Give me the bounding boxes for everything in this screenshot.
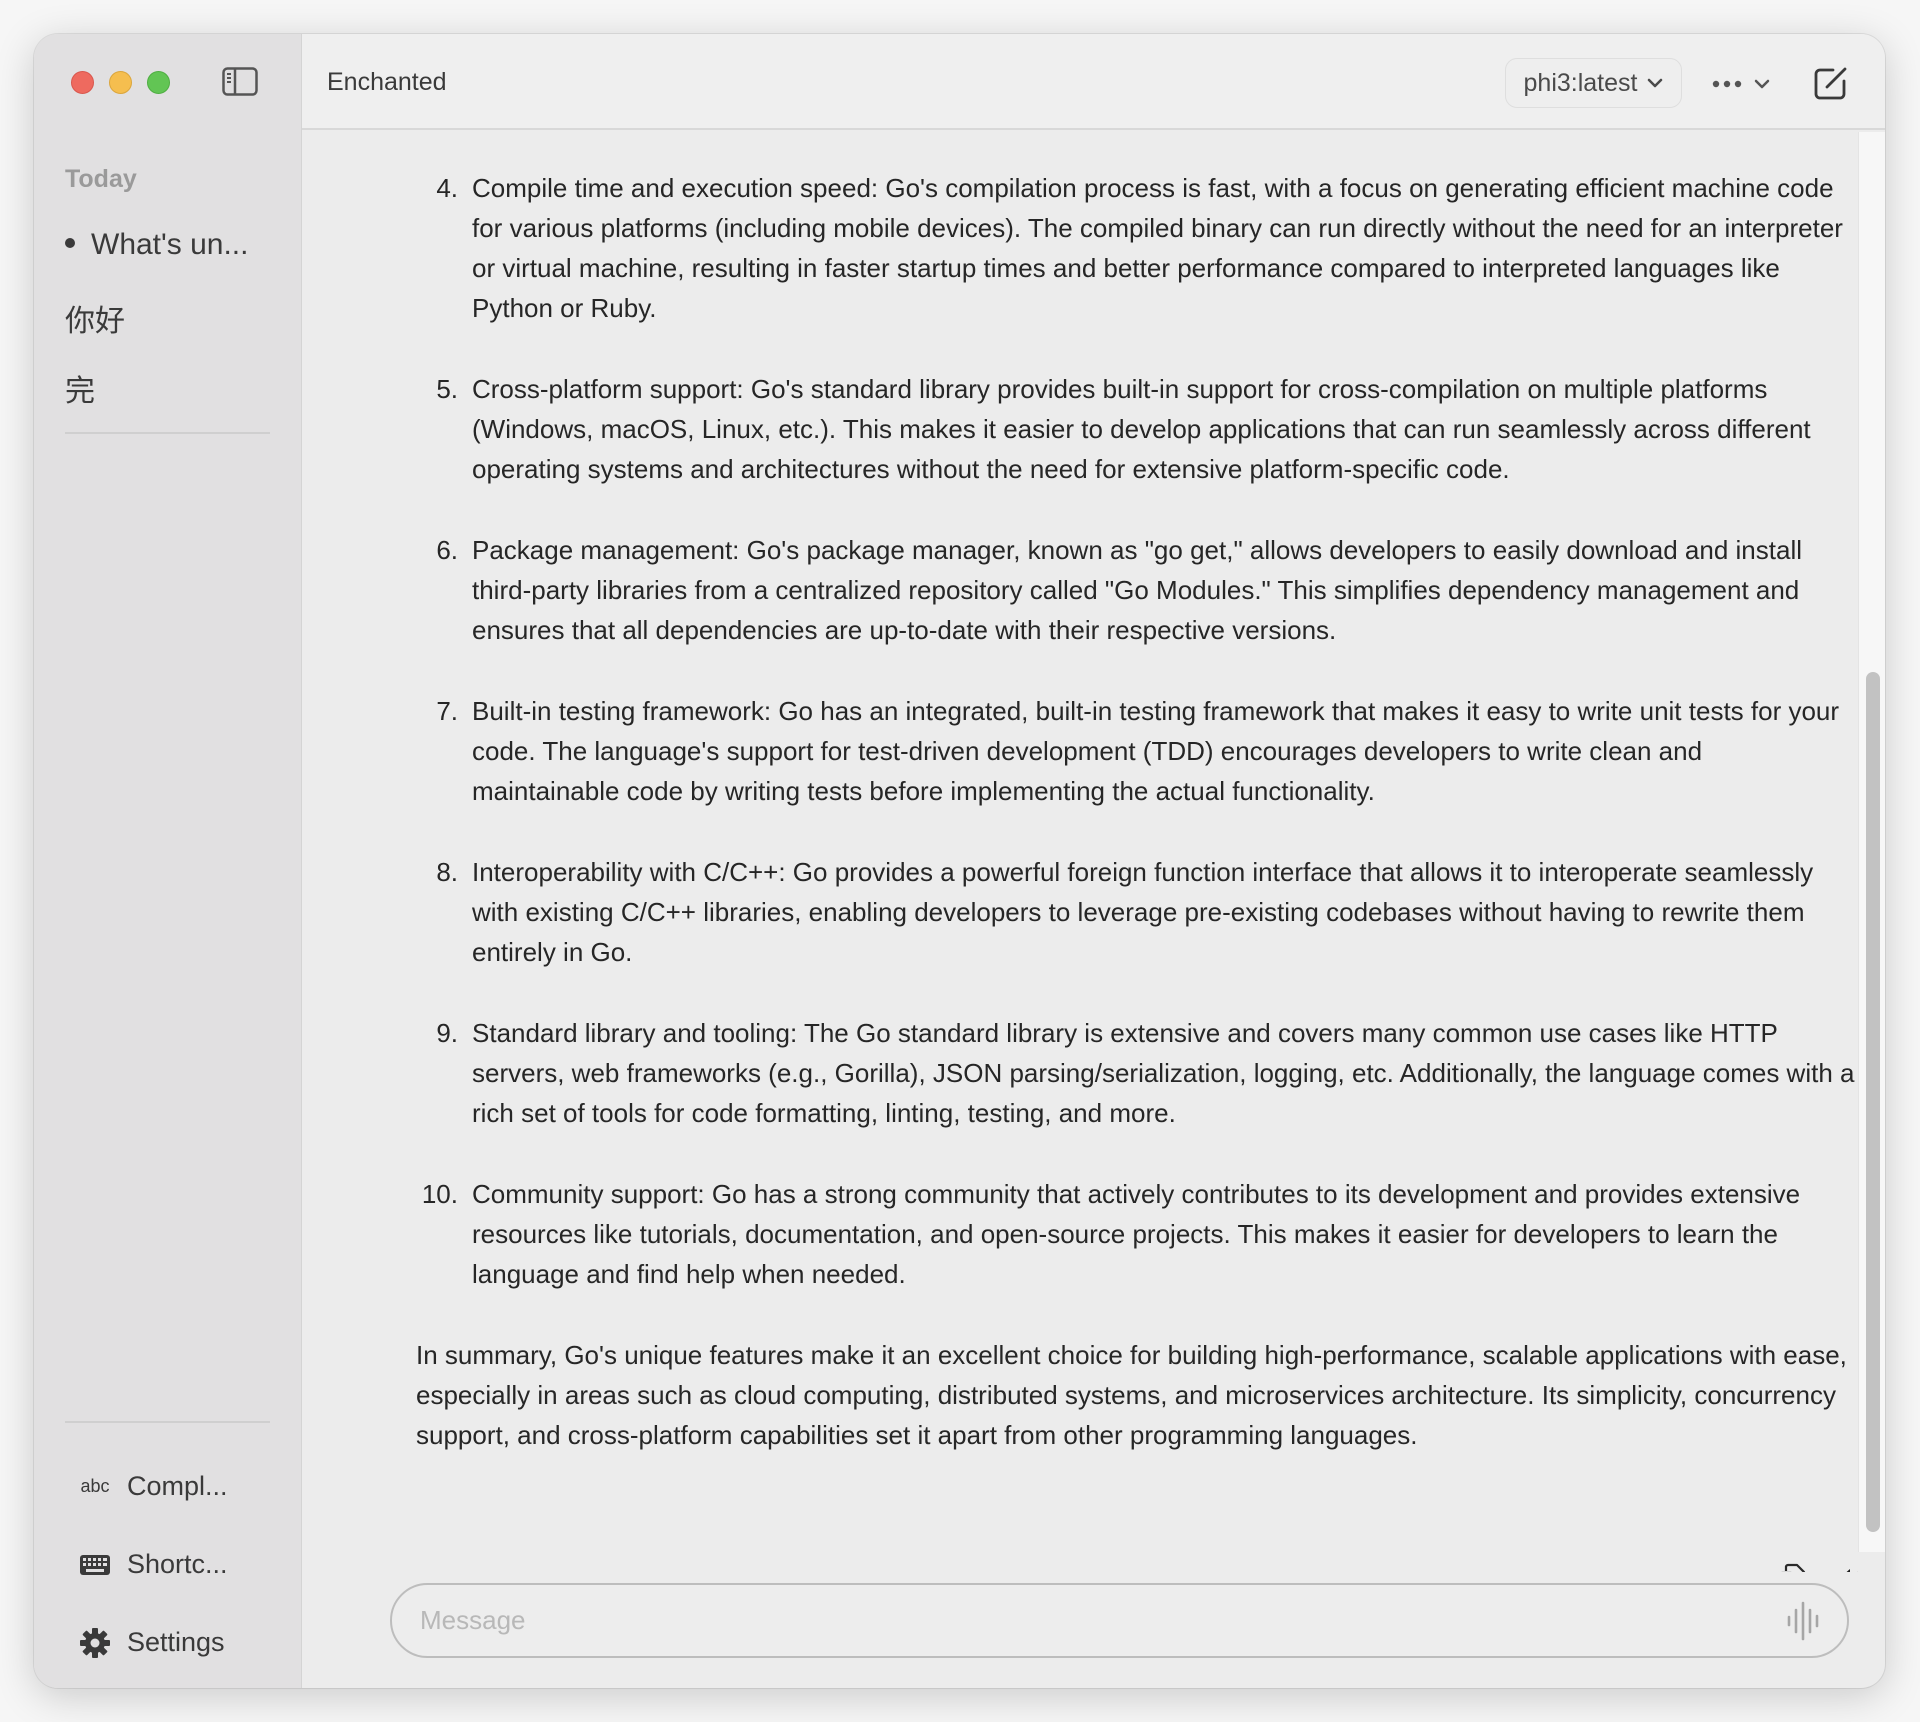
new-chat-button[interactable] xyxy=(1813,65,1849,101)
conversation-item[interactable]: 完 xyxy=(65,366,95,410)
minimize-window-button[interactable] xyxy=(109,71,132,94)
list-item: 6. Package management: Go's package manag… xyxy=(416,530,1856,650)
list-item: 8. Interoperability with C/C++: Go provid… xyxy=(416,852,1856,972)
feature-list: 4. Compile time and execution speed: Go's… xyxy=(416,168,1856,1294)
copy-icon xyxy=(1781,1563,1806,1572)
chevron-down-icon xyxy=(1648,78,1663,88)
shortcuts-button[interactable]: Shortc... xyxy=(79,1549,228,1580)
message-input[interactable] xyxy=(420,1585,1740,1656)
completions-label: Compl... xyxy=(127,1471,228,1501)
chat-panel: Enchanted phi3:latest 4. Compile time and… xyxy=(302,34,1885,1688)
compose-icon xyxy=(1814,67,1847,100)
list-item-text: Community support: Go has a strong commu… xyxy=(472,1179,1801,1289)
settings-label: Settings xyxy=(127,1627,225,1657)
completions-button[interactable]: abc Compl... xyxy=(79,1471,228,1502)
scrollbar-thumb[interactable] xyxy=(1866,672,1880,1532)
shortcuts-label: Shortc... xyxy=(127,1549,228,1579)
list-item-number: 4. xyxy=(436,173,458,203)
list-item: 9. Standard library and tooling: The Go s… xyxy=(416,1013,1856,1133)
list-item: 7. Built-in testing framework: Go has an … xyxy=(416,691,1856,811)
list-item-number: 9. xyxy=(436,1018,458,1048)
summary-paragraph: In summary, Go's unique features make it… xyxy=(416,1340,1847,1450)
list-item-number: 6. xyxy=(436,535,458,565)
list-item-number: 7. xyxy=(436,696,458,726)
list-item-text: Package management: Go's package manager… xyxy=(472,535,1802,645)
waveform-icon xyxy=(1787,1601,1819,1641)
gear-icon xyxy=(79,1627,111,1658)
voice-input-button[interactable] xyxy=(1786,1601,1822,1641)
list-item-number: 10. xyxy=(421,1179,458,1209)
settings-button[interactable]: Settings xyxy=(79,1627,225,1658)
list-item-text: Compile time and execution speed: Go's c… xyxy=(472,173,1843,323)
speaker-icon xyxy=(1846,1569,1858,1572)
list-item-text: Interoperability with C/C++: Go provides… xyxy=(472,857,1814,967)
model-selector-value: phi3:latest xyxy=(1523,68,1638,97)
list-item: 4. Compile time and execution speed: Go's… xyxy=(416,168,1856,328)
copy-button[interactable] xyxy=(1777,1563,1807,1572)
abc-icon: abc xyxy=(80,1476,110,1496)
message-scroll-area: 4. Compile time and execution speed: Go's… xyxy=(302,132,1858,1572)
model-selector[interactable]: phi3:latest xyxy=(1505,58,1682,108)
scrollbar[interactable] xyxy=(1858,132,1885,1552)
sidebar: Today What's un... 你好 完 abc Compl... Sho… xyxy=(34,34,302,1688)
section-label-today: Today xyxy=(65,165,137,193)
app-window: Today What's un... 你好 完 abc Compl... Sho… xyxy=(34,34,1885,1688)
chevron-down-icon xyxy=(1754,79,1770,89)
assistant-message: 4. Compile time and execution speed: Go's… xyxy=(416,168,1856,1455)
zoom-window-button[interactable] xyxy=(147,71,170,94)
sidebar-toggle-icon xyxy=(222,67,258,96)
keyboard-icon xyxy=(79,1554,111,1575)
list-item-number: 5. xyxy=(436,374,458,404)
toolbar: Enchanted phi3:latest xyxy=(302,34,1885,130)
conversation-label: What's un... xyxy=(91,228,249,261)
list-item-text: Standard library and tooling: The Go sta… xyxy=(472,1018,1855,1128)
sidebar-bottom-divider xyxy=(65,1421,270,1423)
sidebar-divider xyxy=(65,432,270,434)
message-composer xyxy=(390,1583,1849,1658)
close-window-button[interactable] xyxy=(71,71,94,94)
active-dot-icon xyxy=(65,238,75,249)
sidebar-toggle-button[interactable] xyxy=(222,67,258,96)
conversation-label: 你好 xyxy=(65,305,125,338)
more-options-button[interactable] xyxy=(1712,64,1777,104)
app-title: Enchanted xyxy=(327,68,447,96)
ellipsis-icon xyxy=(1712,80,1742,88)
list-item-number: 8. xyxy=(436,857,458,887)
conversation-item-active[interactable]: What's un... xyxy=(65,228,248,262)
list-item-text: Cross-platform support: Go's standard li… xyxy=(472,374,1811,484)
read-aloud-button[interactable] xyxy=(1834,1566,1858,1572)
list-item: 10. Community support: Go has a strong co… xyxy=(416,1174,1856,1294)
conversation-label: 完 xyxy=(65,375,95,408)
list-item-text: Built-in testing framework: Go has an in… xyxy=(472,696,1840,806)
conversation-item[interactable]: 你好 xyxy=(65,296,125,340)
list-item: 5. Cross-platform support: Go's standard … xyxy=(416,369,1856,489)
